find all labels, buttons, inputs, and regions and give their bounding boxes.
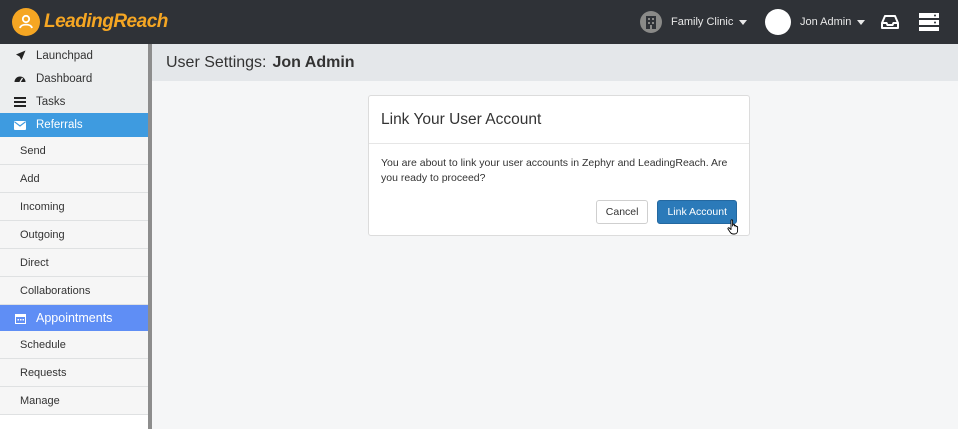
clinic-name: Family Clinic [671, 16, 734, 28]
chevron-down-icon [857, 19, 866, 25]
sidebar-item-label: Dashboard [36, 72, 93, 85]
page-title: User Settings: Jon Admin [152, 44, 958, 81]
sidebar-subitem-schedule[interactable]: Schedule [0, 331, 148, 359]
main-content: User Settings: Jon Admin Link Your User … [152, 44, 958, 429]
hand-pointer-icon [727, 219, 740, 240]
sidebar-item-label: Referrals [36, 119, 83, 131]
dialog-message: You are about to link your user accounts… [381, 157, 728, 184]
envelope-icon [14, 119, 26, 131]
sidebar-item-launchpad[interactable]: Launchpad [0, 44, 148, 67]
sidebar-item-label: Launchpad [36, 49, 93, 62]
chevron-down-icon [739, 19, 748, 25]
clinic-switcher[interactable]: Family Clinic [640, 11, 748, 33]
sidebar-item-label: Tasks [36, 95, 66, 108]
server-stack-icon[interactable] [918, 12, 940, 37]
tasks-icon [14, 96, 26, 108]
sidebar-subitem-requests[interactable]: Requests [0, 359, 148, 387]
dialog-actions: Cancel Link Account [595, 200, 737, 224]
logo-text: LeadingReach [44, 11, 168, 32]
dashboard-icon [14, 73, 26, 85]
sidebar-item-label: Appointments [36, 311, 113, 325]
sidebar: Launchpad Dashboard Tasks Referrals Send… [0, 44, 148, 429]
sidebar-item-referrals[interactable]: Referrals [0, 113, 148, 137]
sidebar-subitem-direct[interactable]: Direct [0, 249, 148, 277]
link-account-button[interactable]: Link Account [657, 200, 737, 224]
cancel-button[interactable]: Cancel [595, 200, 649, 224]
sidebar-subitem-add[interactable]: Add [0, 165, 148, 193]
rocket-icon [14, 50, 26, 62]
brand-logo[interactable]: LeadingReach [12, 7, 168, 37]
inbox-icon[interactable] [881, 14, 899, 35]
user-menu[interactable]: Jon Admin [765, 9, 866, 35]
avatar [765, 9, 791, 35]
calendar-icon [14, 312, 26, 324]
sidebar-subitem-outgoing[interactable]: Outgoing [0, 221, 148, 249]
sidebar-subitem-incoming[interactable]: Incoming [0, 193, 148, 221]
page-title-user: Jon Admin [272, 53, 355, 71]
sidebar-subitem-collaborations[interactable]: Collaborations [0, 277, 148, 305]
sidebar-item-tasks[interactable]: Tasks [0, 90, 148, 113]
sidebar-item-appointments[interactable]: Appointments [0, 305, 148, 331]
sidebar-subitem-manage[interactable]: Manage [0, 387, 148, 415]
user-name: Jon Admin [800, 16, 852, 28]
building-icon [640, 11, 662, 33]
link-account-dialog: Link Your User Account You are about to … [368, 95, 750, 236]
top-navbar: LeadingReach Family Clinic Jon Admin [0, 0, 958, 44]
sidebar-subitem-send[interactable]: Send [0, 137, 148, 165]
dialog-title: Link Your User Account [369, 96, 749, 144]
sidebar-item-dashboard[interactable]: Dashboard [0, 67, 148, 90]
logo-person-icon [12, 8, 40, 36]
page-title-prefix: User Settings: [166, 53, 267, 71]
